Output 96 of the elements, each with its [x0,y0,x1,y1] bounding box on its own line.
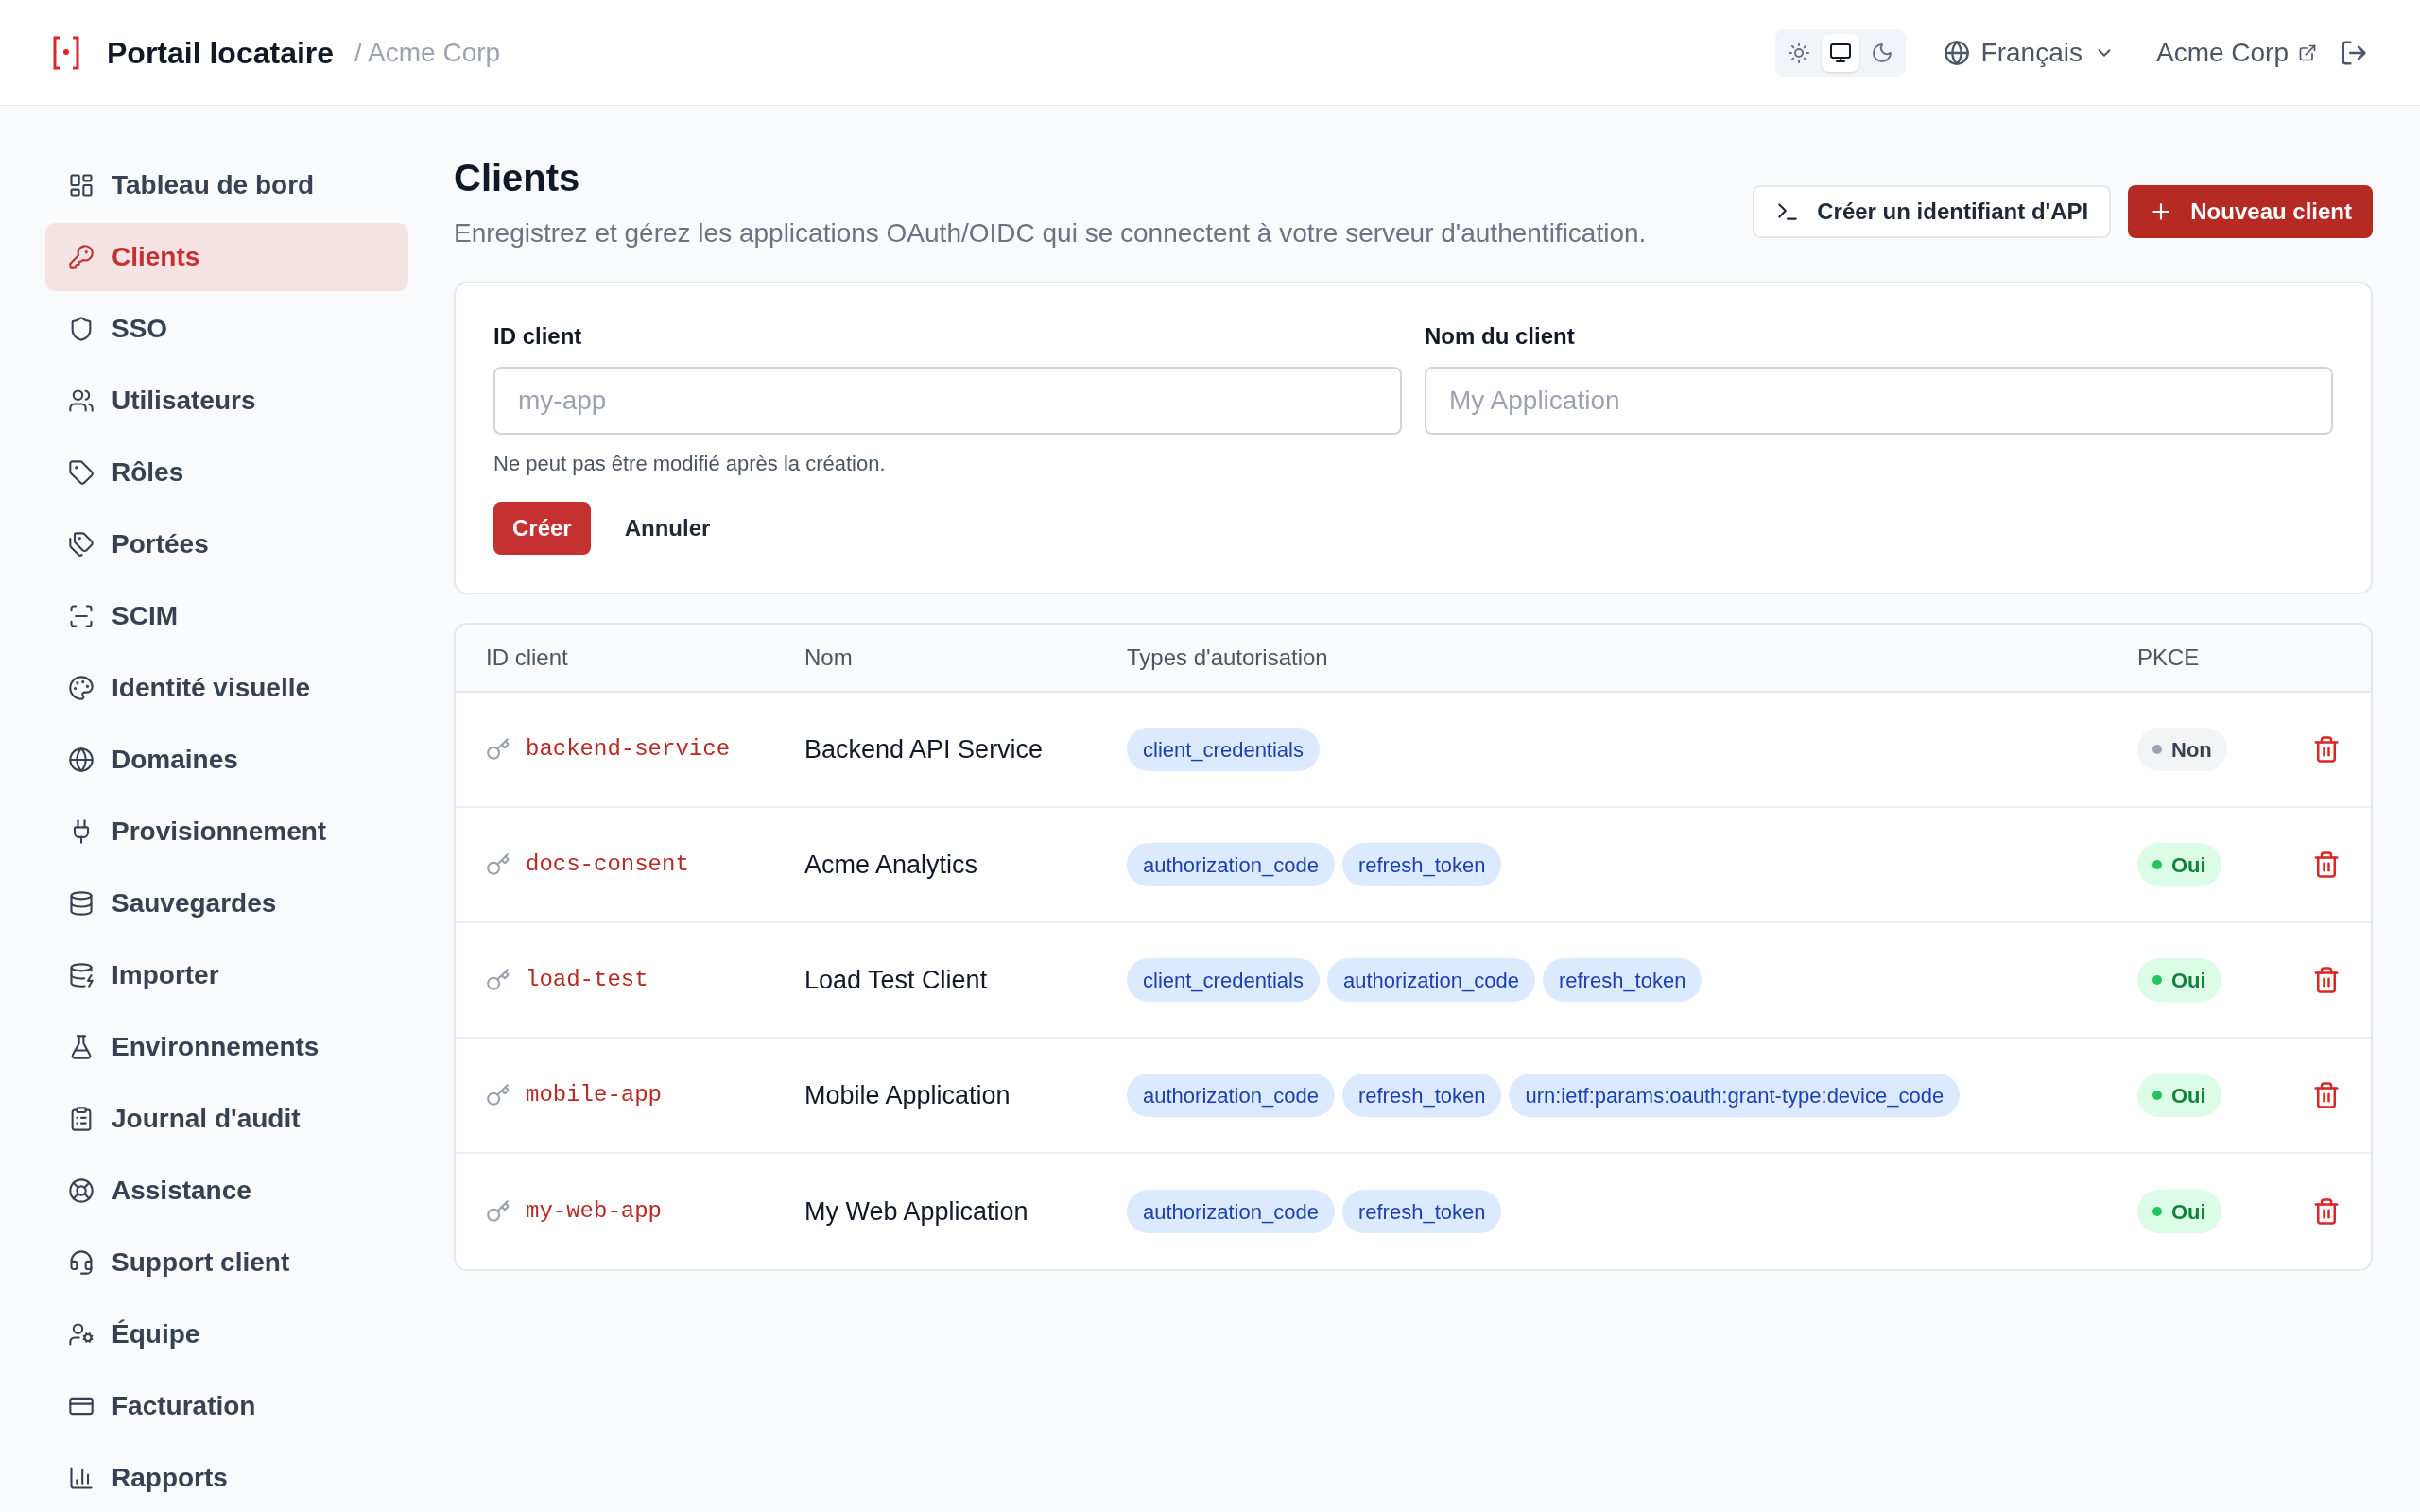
sidebar-item[interactable]: Domaines [45,726,408,794]
pkce-label: Oui [2171,1082,2206,1109]
sidebar-item[interactable]: Rapports [45,1444,408,1512]
input-field[interactable]: my-app [493,367,1402,435]
tags-icon [68,531,95,558]
sidebar-item[interactable]: Clients [45,223,408,291]
database-icon [68,890,95,917]
status-dot-icon [2152,1091,2162,1100]
grant-type-tag: client_credentials [1127,728,1320,771]
grant-type-tag: authorization_code [1127,843,1335,886]
field-label: ID client [493,322,583,351]
tenant-link[interactable]: Acme Corp [2155,32,2317,73]
delete-icon[interactable] [2312,735,2341,764]
grant-type-tag: urn:ietf:params:oauth:grant-type:device_code [1509,1074,1961,1117]
monitor-icon[interactable] [1821,33,1859,72]
status-dot-icon [2152,745,2162,754]
grant-type-tag: client_credentials [1127,958,1320,1002]
sidebar-item[interactable]: Identité visuelle [45,654,408,722]
external-link-icon [2298,43,2317,62]
breadcrumb: / Acme Corp [354,36,501,69]
column-header: Types d'autorisation [1127,644,1329,672]
key-icon [486,968,510,992]
key-icon [486,1083,510,1108]
tag-icon [68,459,95,486]
status-dot-icon [2152,1207,2162,1216]
scan-icon [68,603,95,629]
lifebuoy-icon [68,1177,95,1204]
bar-chart-icon [68,1465,95,1491]
input-field[interactable]: My Application [1425,367,2333,435]
sidebar-item[interactable]: Rôles [45,438,408,507]
sidebar-item[interactable]: Importer [45,941,408,1009]
create-button[interactable]: Créer [493,502,591,555]
key-icon [68,244,95,270]
client-id: my-web-app [526,1197,663,1226]
sidebar-item[interactable]: Facturation [45,1372,408,1440]
sidebar-item[interactable]: SSO [45,295,408,363]
grant-type-tag: refresh_token [1341,843,1502,886]
client-name: My Web Application [804,1195,1029,1228]
sidebar-item[interactable]: Sauvegardes [45,869,408,937]
app-title: Portail locataire [107,34,335,72]
field-label: Nom du client [1425,322,1576,351]
user-gear-icon [68,1321,95,1348]
sidebar-item[interactable]: Assistance [45,1157,408,1225]
key-icon [486,852,510,877]
palette-icon [68,675,95,701]
helper-text: Ne peut pas être modifié après la création. [493,451,887,477]
delete-icon[interactable] [2312,1197,2341,1226]
globe-icon [68,747,95,773]
pkce-label: Non [2171,736,2212,764]
headset-icon [68,1249,95,1276]
client-id: mobile-app [526,1081,663,1109]
client-name: Load Test Client [804,964,989,996]
client-name: Acme Analytics [804,849,979,881]
grant-type-tag: refresh_token [1341,1190,1502,1233]
sidebar-item[interactable]: SCIM [45,582,408,650]
globe-icon [1943,39,1970,66]
sidebar-item[interactable]: Portées [45,510,408,578]
client-id: load-test [526,966,648,994]
key-icon [486,737,510,762]
pkce-label: Oui [2171,851,2206,879]
sidebar-item[interactable]: Provisionnement [45,798,408,866]
users-icon [68,387,95,414]
grant-type-tag: refresh_token [1542,958,1703,1002]
cancel-button[interactable]: Annuler [624,511,711,545]
sidebar-item[interactable]: Journal d'audit [45,1085,408,1153]
page-title: Clients [454,156,581,200]
grant-type-tag: authorization_code [1127,1190,1335,1233]
new-client-button[interactable]: Nouveau client [2128,185,2373,238]
column-header: PKCE [2137,644,2201,672]
grant-type-tag: refresh_token [1341,1074,1502,1117]
client-name: Backend API Service [804,733,1045,765]
status-dot-icon [2152,860,2162,869]
delete-icon[interactable] [2312,1081,2341,1109]
dashboard-icon [68,172,95,198]
sidebar-item[interactable]: Environnements [45,1013,408,1081]
client-id: backend-service [526,735,731,764]
language-select[interactable]: Français [1943,32,2115,73]
sidebar-item[interactable]: Utilisateurs [45,367,408,435]
delete-icon[interactable] [2312,966,2341,994]
key-icon [486,1199,510,1224]
client-id: docs-consent [526,850,689,879]
sidebar-item[interactable]: Support client [45,1228,408,1297]
create-api-key-button[interactable]: Créer un identifiant d'API [1753,185,2112,238]
page-subtitle: Enregistrez et gérez les applications OAuth/OIDC qui se connectent à votre serveur d'authentification. [454,217,1648,249]
status-dot-icon [2152,975,2162,985]
grant-type-tag: authorization_code [1327,958,1535,1002]
delete-icon[interactable] [2312,850,2341,879]
sidebar-item[interactable]: Tableau de bord [45,151,408,219]
column-header: Nom [804,644,854,672]
sidebar-item[interactable]: Équipe [45,1300,408,1368]
grant-type-tag: authorization_code [1127,1074,1335,1117]
database-icon [68,962,95,988]
column-header: ID client [486,644,569,672]
pkce-label: Oui [2171,967,2206,994]
client-name: Mobile Application [804,1079,1011,1111]
pkce-label: Oui [2171,1198,2206,1226]
